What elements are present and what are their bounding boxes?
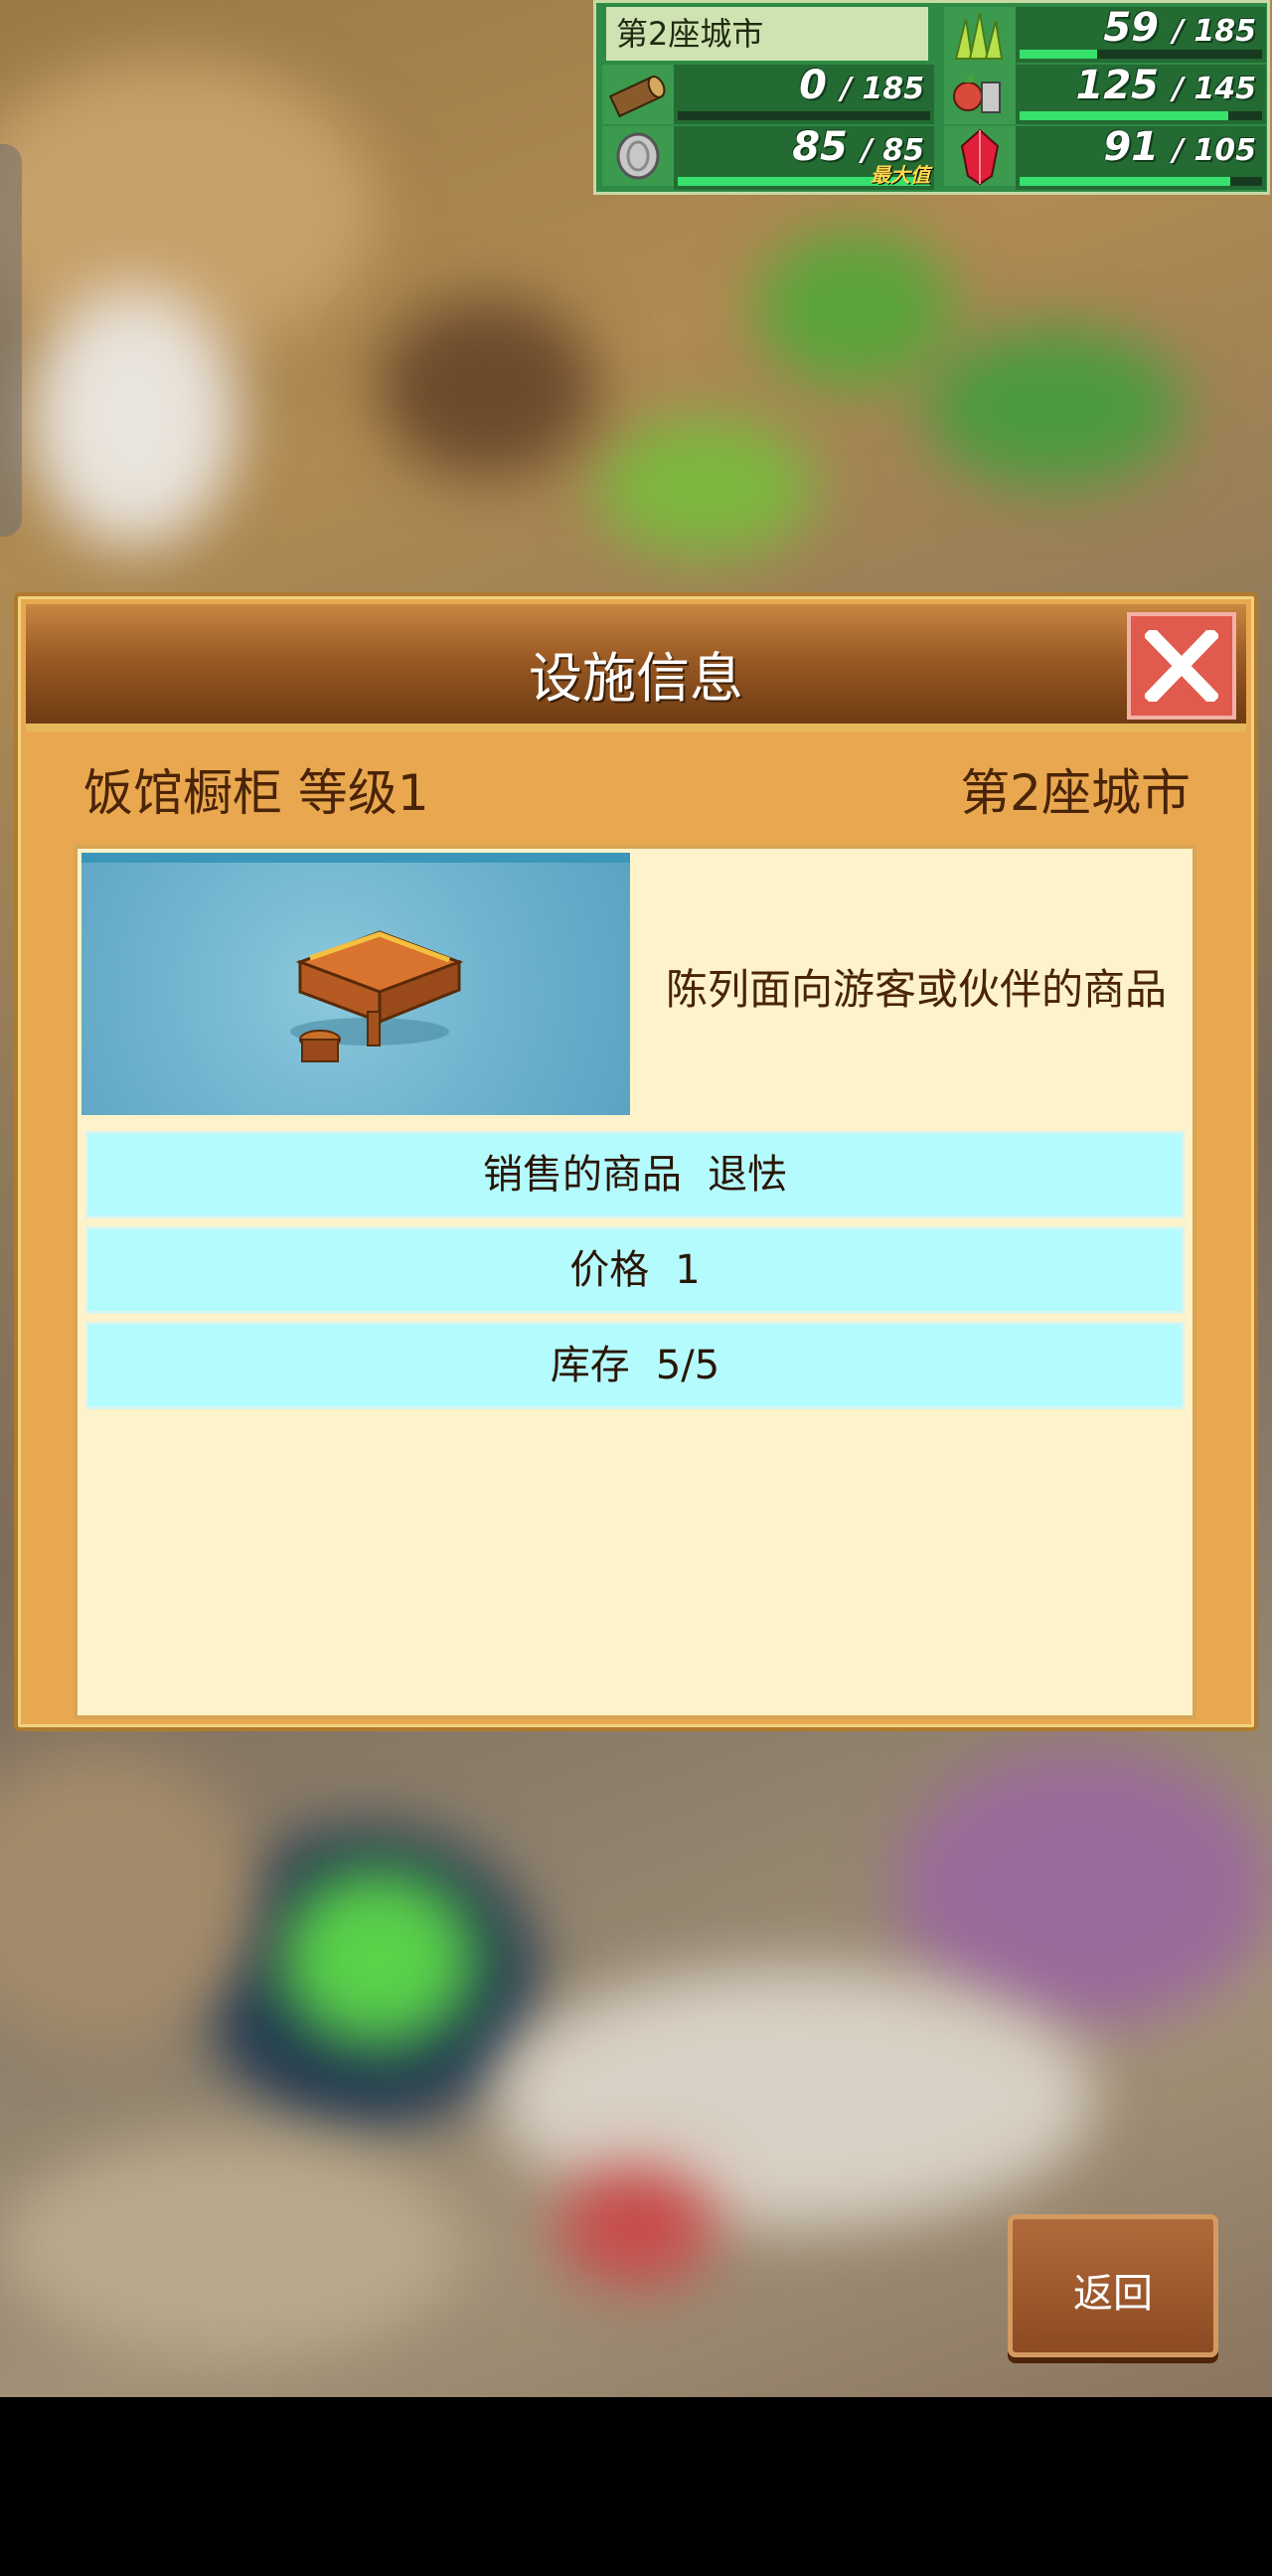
red-gem-icon	[944, 126, 1016, 186]
back-button[interactable]: 返回	[1008, 2214, 1218, 2357]
side-drawer-handle[interactable]	[0, 144, 22, 537]
goods-row: 销售的商品 退怯	[85, 1131, 1185, 1218]
grass-icon	[944, 7, 1016, 67]
coin-icon	[602, 126, 674, 186]
close-icon	[1145, 630, 1218, 702]
back-button-label: 返回	[1073, 2271, 1153, 2317]
max-value-tag: 最大值	[871, 163, 930, 187]
facility-name-level: 饭馆橱柜 等级1	[83, 764, 429, 822]
close-button[interactable]	[1127, 612, 1236, 720]
goods-label: 销售的商品	[483, 1152, 682, 1198]
system-navigation-bar	[0, 2397, 1272, 2576]
facility-content-panel: 陈列面向游客或伙伴的商品 销售的商品 退怯 价格 1 库存 5/5	[74, 845, 1196, 1719]
price-value: 1	[675, 1247, 701, 1293]
dialog-title: 设施信息	[529, 647, 743, 710]
vegetables-icon	[944, 65, 1016, 124]
dialog-header: 设施信息	[26, 604, 1246, 731]
goods-value: 退怯	[708, 1152, 787, 1198]
hud-city-label: 第2座城市	[606, 7, 928, 61]
coin-resource-bar: 85 / 85 最大值	[674, 124, 934, 190]
gem-resource-bar: 91 / 105	[1016, 124, 1266, 190]
stock-value: 5/5	[655, 1343, 720, 1388]
wood-resource-bar: 0 / 185	[674, 63, 934, 124]
stock-label: 库存	[550, 1343, 630, 1388]
stock-row: 库存 5/5	[85, 1322, 1185, 1409]
grass-resource-bar: 59 / 185	[1016, 5, 1266, 63]
wood-log-icon	[602, 65, 674, 124]
price-label: 价格	[569, 1247, 650, 1293]
restaurant-cabinet-icon	[290, 930, 464, 1062]
price-row: 价格 1	[85, 1226, 1185, 1314]
facility-description: 陈列面向游客或伙伴的商品	[665, 965, 1167, 1014]
facility-info-dialog: 设施信息 饭馆橱柜 等级1 第2座城市 陈列面向游客或伙伴的商品 销售的商品 退怯	[14, 592, 1258, 1731]
facility-image	[81, 853, 630, 1115]
resource-hud: 第2座城市 59 / 185 0 / 185 125 / 145 85 / 85…	[593, 0, 1270, 195]
dialog-city-name: 第2座城市	[960, 764, 1191, 822]
vegetables-resource-bar: 125 / 145	[1016, 63, 1266, 124]
